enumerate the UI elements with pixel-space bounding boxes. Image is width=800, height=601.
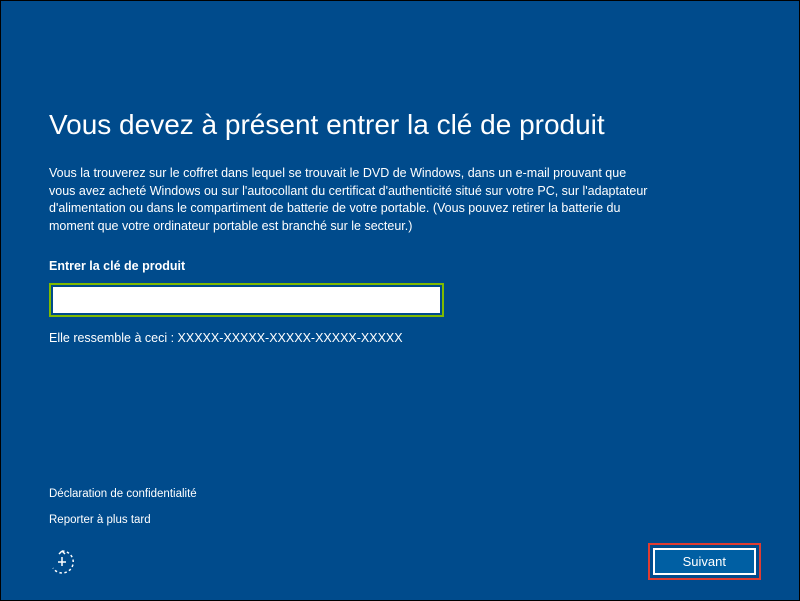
privacy-link[interactable]: Déclaration de confidentialité [49, 488, 197, 500]
description-text: Vous la trouverez sur le coffret dans le… [49, 165, 649, 235]
bottom-links: Déclaration de confidentialité Reporter … [49, 488, 197, 540]
page-title: Vous devez à présent entrer la clé de pr… [49, 1, 751, 141]
product-key-hint: Elle ressemble à ceci : XXXXX-XXXXX-XXXX… [49, 331, 751, 345]
skip-link[interactable]: Reporter à plus tard [49, 514, 197, 526]
product-key-input[interactable] [53, 287, 440, 313]
accessibility-icon[interactable] [49, 549, 75, 580]
next-button-wrapper: Suivant [648, 543, 761, 580]
next-button[interactable]: Suivant [653, 548, 756, 575]
product-key-input-wrapper [49, 283, 444, 317]
product-key-label: Entrer la clé de produit [49, 259, 751, 273]
